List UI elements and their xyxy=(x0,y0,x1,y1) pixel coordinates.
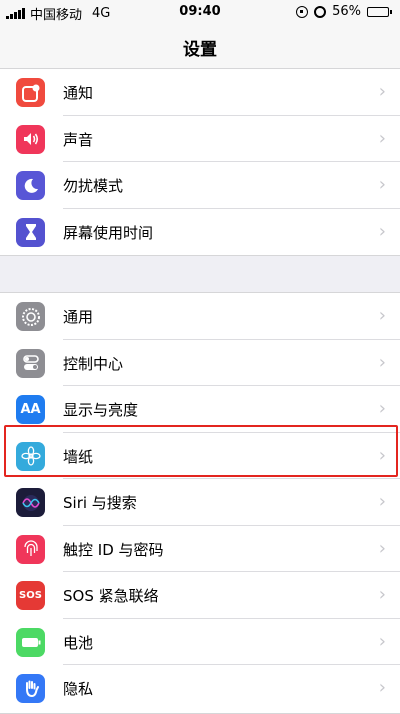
settings-group-1: 通知 › 声音 › 勿扰模式 › 屏幕使用时间 › xyxy=(0,68,400,256)
settings-row-label: Siri 与搜索 xyxy=(63,494,137,512)
battery-percent: 56% xyxy=(332,4,361,19)
chevron-right-icon: › xyxy=(378,351,386,373)
settings-row-privacy[interactable]: 隐私 › xyxy=(0,665,400,712)
settings-row-label: 显示与亮度 xyxy=(63,401,139,419)
settings-row-touch-id-passcode[interactable]: 触控 ID 与密码 › xyxy=(0,526,400,572)
display-brightness-aa-icon: AA xyxy=(16,395,45,424)
settings-row-label: 屏幕使用时间 xyxy=(63,223,154,242)
navigation-bar: 设置 xyxy=(0,24,400,69)
page-title: 设置 xyxy=(183,40,217,60)
settings-row-label: 声音 xyxy=(63,130,94,149)
chevron-right-icon: › xyxy=(378,81,386,102)
settings-row-label: SOS 紧急联络 xyxy=(63,587,159,605)
settings-row-battery[interactable]: 电池 › xyxy=(0,619,400,665)
settings-row-label: 隐私 xyxy=(63,680,94,698)
chevron-right-icon: › xyxy=(378,630,386,652)
settings-group-2: 通用 › 控制中心 › AA 显示与亮度 › 墙纸 › Siri 与搜索 › 触… xyxy=(0,292,400,714)
sos-icon-text: SOS xyxy=(19,590,42,601)
settings-row-label: 通知 xyxy=(63,84,94,102)
settings-row-do-not-disturb[interactable]: 勿扰模式 › xyxy=(0,162,400,209)
settings-row-label: 通用 xyxy=(63,308,94,326)
chevron-right-icon: › xyxy=(378,584,386,605)
display-icon-text: AA xyxy=(20,402,41,417)
chevron-right-icon: › xyxy=(378,174,386,195)
status-bar: 中国移动 4G 09:40 56% xyxy=(0,0,400,24)
settings-row-emergency-sos[interactable]: SOS SOS 紧急联络 › xyxy=(0,572,400,619)
settings-row-siri-search[interactable]: Siri 与搜索 › xyxy=(0,479,400,526)
wallpaper-highlight-box xyxy=(4,425,398,477)
do-not-disturb-moon-icon xyxy=(16,171,45,200)
settings-row-label: 电池 xyxy=(63,633,94,652)
chevron-right-icon: › xyxy=(378,305,386,326)
settings-row-label: 控制中心 xyxy=(63,354,124,373)
settings-row-screen-time[interactable]: 屏幕使用时间 › xyxy=(0,209,400,256)
settings-row-control-center[interactable]: 控制中心 › xyxy=(0,340,400,386)
chevron-right-icon: › xyxy=(378,220,386,242)
privacy-hand-icon xyxy=(16,674,45,703)
chevron-right-icon: › xyxy=(378,677,386,698)
chevron-right-icon: › xyxy=(378,127,386,149)
alarm-icon xyxy=(314,5,327,18)
settings-row-sounds[interactable]: 声音 › xyxy=(0,116,400,162)
screen-time-hourglass-icon xyxy=(16,217,45,247)
control-center-toggles-icon xyxy=(16,348,45,378)
settings-row-general[interactable]: 通用 › xyxy=(0,293,400,340)
chevron-right-icon: › xyxy=(378,398,386,419)
chevron-right-icon: › xyxy=(378,491,386,512)
siri-icon xyxy=(16,488,45,517)
settings-row-label: 勿扰模式 xyxy=(63,177,124,195)
touch-id-fingerprint-icon xyxy=(16,534,45,564)
chevron-right-icon: › xyxy=(378,537,386,559)
orientation-lock-icon xyxy=(296,5,309,18)
settings-row-label: 触控 ID 与密码 xyxy=(63,540,164,559)
battery-icon xyxy=(367,6,392,17)
status-right: 56% xyxy=(296,4,392,19)
general-gear-icon xyxy=(16,302,45,331)
sounds-icon xyxy=(16,124,45,154)
notifications-icon xyxy=(16,78,45,107)
settings-row-notifications[interactable]: 通知 › xyxy=(0,69,400,116)
battery-icon xyxy=(16,627,45,657)
sos-icon: SOS xyxy=(16,581,45,610)
